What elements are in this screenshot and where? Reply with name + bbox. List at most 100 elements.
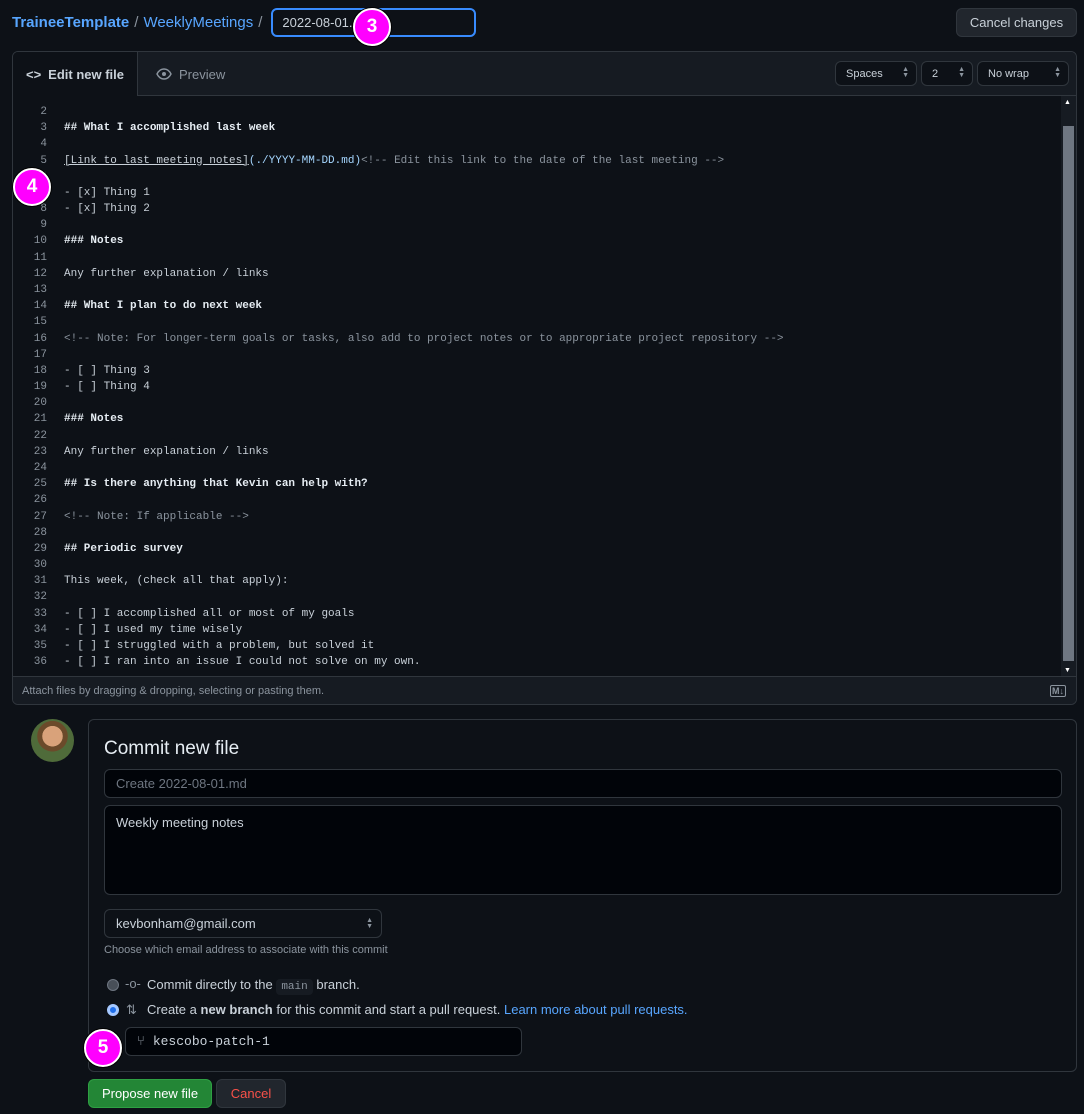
code-comment: <!-- Edit this link to the date of the l… xyxy=(361,154,725,167)
learn-more-link[interactable]: Learn more about pull requests. xyxy=(504,1002,688,1017)
new-branch-radio[interactable] xyxy=(107,1004,119,1016)
line-number: 11 xyxy=(33,251,47,264)
code-line: - [ ] I struggled with a problem, but so… xyxy=(64,639,375,652)
breadcrumb-repo-link[interactable]: TraineeTemplate xyxy=(12,14,129,31)
line-number: 15 xyxy=(33,316,47,329)
avatar xyxy=(31,719,74,762)
commit-title: Commit new file xyxy=(104,738,240,759)
commit-directly-radio[interactable] xyxy=(107,979,119,991)
email-select[interactable]: kevbonham@gmail.com ▲ ▼ xyxy=(104,909,382,938)
email-hint: Choose which email address to associate … xyxy=(104,944,388,956)
attach-files-bar[interactable]: Attach files by dragging & dropping, sel… xyxy=(13,676,1076,704)
git-commit-icon: -o- xyxy=(125,976,141,991)
line-number: 27 xyxy=(33,510,47,523)
code-line: [Link to last meeting notes](./YYYY-MM-D… xyxy=(64,153,724,169)
select-arrows-icon: ▲ ▼ xyxy=(958,66,965,79)
line-number: 13 xyxy=(33,283,47,296)
select-arrows-icon: ▲ ▼ xyxy=(902,66,909,79)
line-number: 34 xyxy=(33,623,47,636)
markdown-icon: M↓ xyxy=(1050,684,1066,697)
line-number: 3 xyxy=(40,122,47,135)
breadcrumb-folder-link[interactable]: WeeklyMeetings xyxy=(143,14,253,31)
breadcrumb-separator: / xyxy=(258,14,263,31)
code-line: - [ ] Thing 4 xyxy=(64,381,150,394)
line-number: 29 xyxy=(33,542,47,555)
link-url: (./YYYY-MM-DD.md) xyxy=(248,154,362,167)
line-number: 16 xyxy=(33,332,47,345)
line-number: 2 xyxy=(40,106,47,118)
line-number: 14 xyxy=(33,300,47,313)
line-number: 4 xyxy=(40,138,47,151)
commit-form: Commit new file Create 2022-08-01.md Wee… xyxy=(88,719,1077,1072)
pull-request-icon: ⇅ xyxy=(126,1002,137,1017)
code-line: This week, (check all that apply): xyxy=(64,575,289,588)
email-value: kevbonham@gmail.com xyxy=(116,916,256,931)
annotation-marker-3: 3 xyxy=(353,8,391,46)
line-number: 10 xyxy=(33,235,47,248)
line-number: 32 xyxy=(33,591,47,604)
indent-size-value: 2 xyxy=(932,67,939,80)
code-line: ## What I plan to do next week xyxy=(64,300,263,313)
line-number: 31 xyxy=(33,575,47,588)
code-line: - [x] Thing 2 xyxy=(64,203,150,216)
commit-summary-input[interactable]: Create 2022-08-01.md xyxy=(104,769,1062,798)
wrap-mode-select[interactable]: No wrap ▲ ▼ xyxy=(977,61,1069,86)
tab-label: Preview xyxy=(179,66,226,82)
scrollbar-thumb[interactable] xyxy=(1063,126,1074,661)
line-number: 35 xyxy=(33,639,47,652)
line-number: 19 xyxy=(33,381,47,394)
indent-mode-value: Spaces xyxy=(846,67,883,80)
line-number: 18 xyxy=(33,364,47,377)
line-number: 28 xyxy=(33,526,47,539)
branch-name-value: kescobo-patch-1 xyxy=(152,1034,270,1049)
code-editor[interactable]: 2 3 ## What I accomplished last week 4 5 [Lin… xyxy=(13,96,1061,677)
line-number: 5 xyxy=(40,154,47,167)
propose-new-file-button[interactable]: Propose new file xyxy=(88,1079,212,1108)
indent-size-select[interactable]: 2 ▲ ▼ xyxy=(921,61,973,86)
branch-name-input[interactable]: ⑂ kescobo-patch-1 xyxy=(125,1027,522,1056)
breadcrumb-separator: / xyxy=(134,14,139,31)
branch-code: main xyxy=(276,979,313,995)
code-line: Any further explanation / links xyxy=(64,267,269,280)
line-number: 33 xyxy=(33,607,47,620)
annotation-marker-4: 4 xyxy=(13,168,51,206)
wrap-mode-value: No wrap xyxy=(988,67,1029,80)
code-line: - [x] Thing 1 xyxy=(64,186,150,199)
tab-edit-new-file[interactable]: <> Edit new file xyxy=(13,52,138,96)
scroll-down-icon[interactable]: ▼ xyxy=(1064,667,1071,674)
code-line: <!-- Note: If applicable --> xyxy=(64,510,249,523)
cancel-changes-button[interactable]: Cancel changes xyxy=(956,8,1077,37)
cancel-button[interactable]: Cancel xyxy=(216,1079,286,1108)
new-branch-label: Create a new branch for this commit and … xyxy=(147,1002,688,1017)
tab-preview[interactable]: Preview xyxy=(156,52,225,96)
code-icon: <> xyxy=(25,66,42,82)
select-arrows-icon: ▲ ▼ xyxy=(1054,66,1061,79)
line-number: 20 xyxy=(33,397,47,410)
code-line: - [ ] Thing 3 xyxy=(64,364,150,377)
select-arrows-icon: ▲ ▼ xyxy=(366,917,373,930)
scroll-up-icon[interactable]: ▲ xyxy=(1064,99,1071,106)
code-line: - [ ] I accomplished all or most of my g… xyxy=(64,607,355,620)
breadcrumb: TraineeTemplate / WeeklyMeetings / 2022-… xyxy=(12,8,477,37)
commit-directly-label: Commit directly to the main branch. xyxy=(147,977,360,995)
line-number: 24 xyxy=(33,461,47,474)
eye-icon xyxy=(156,68,172,80)
line-number: 17 xyxy=(33,348,47,361)
indent-mode-select[interactable]: Spaces ▲ ▼ xyxy=(835,61,917,86)
code-line: ### Notes xyxy=(64,413,124,426)
editor-scrollbar[interactable]: ▲ ▼ xyxy=(1061,96,1076,677)
line-number: 26 xyxy=(33,494,47,507)
code-line: <!-- Note: For longer-term goals or task… xyxy=(64,332,784,345)
annotation-marker-5: 5 xyxy=(84,1029,122,1067)
code-line: ## Is there anything that Kevin can help… xyxy=(64,478,368,491)
git-branch-icon: ⑂ xyxy=(137,1034,145,1049)
code-line: - [ ] I used my time wisely xyxy=(64,623,243,636)
commit-description-textarea[interactable]: Weekly meeting notes xyxy=(104,805,1062,895)
line-number: 30 xyxy=(33,559,47,572)
code-line: Any further explanation / links xyxy=(64,445,269,458)
line-number: 23 xyxy=(33,445,47,458)
file-editor: <> Edit new file Preview Spaces ▲ ▼ 2 ▲ ▼ No… xyxy=(12,51,1077,705)
line-number: 22 xyxy=(33,429,47,442)
tab-label: Edit new file xyxy=(48,66,125,82)
attach-hint: Attach files by dragging & dropping, sel… xyxy=(22,684,325,697)
